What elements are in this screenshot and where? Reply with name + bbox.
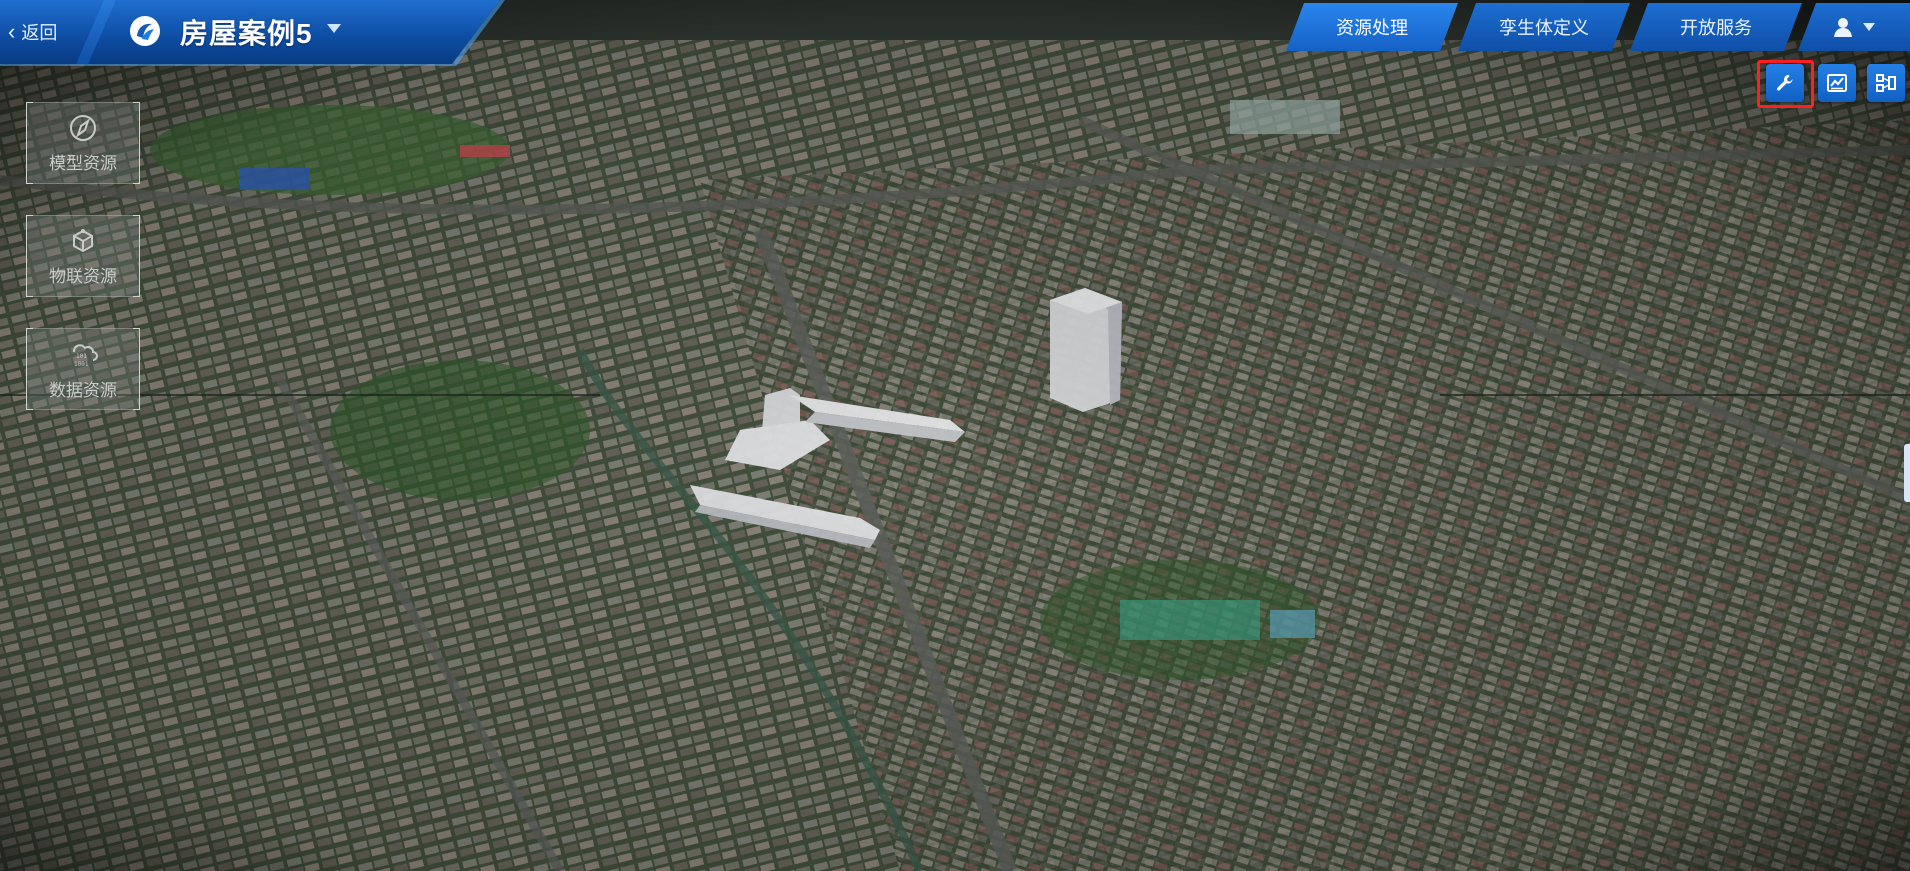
chevron-left-icon: ‹ — [8, 19, 16, 44]
right-panel-handle[interactable] — [1904, 444, 1910, 502]
project-dropdown-caret-icon[interactable] — [327, 24, 341, 33]
compass-icon — [70, 114, 96, 141]
iot-cube-icon — [73, 228, 93, 252]
chevron-down-icon — [1863, 23, 1875, 31]
tab-twin-definition[interactable]: 孪生体定义 — [1458, 3, 1630, 51]
tool-chart-button[interactable] — [1818, 64, 1856, 102]
cloud-data-icon: 101 1001 — [72, 343, 98, 368]
back-label: 返回 — [21, 23, 58, 43]
sidebar-item-label: 数据资源 — [49, 380, 117, 400]
hierarchy-icon — [1876, 74, 1896, 92]
tab-label: 资源处理 — [1336, 18, 1408, 38]
chart-panel-icon — [1827, 74, 1847, 92]
user-icon — [1834, 18, 1852, 37]
tool-hierarchy-button[interactable] — [1867, 64, 1905, 102]
top-navigation-bar: ‹ 返回 房屋案例5 资源处理 孪生体定义 开放服务 — [0, 0, 1910, 68]
app-logo-icon — [130, 16, 160, 46]
tab-label: 开放服务 — [1680, 18, 1752, 38]
satellite-map-view[interactable] — [0, 0, 1910, 871]
sidebar-item-label: 物联资源 — [49, 266, 117, 286]
project-title: 房屋案例5 — [180, 18, 313, 49]
sidebar-item-label: 模型资源 — [49, 153, 117, 173]
tab-resource-processing[interactable]: 资源处理 — [1286, 3, 1458, 51]
sidebar-item-model-resources[interactable]: 模型资源 — [26, 102, 140, 184]
svg-text:101: 101 — [76, 353, 87, 360]
tab-open-services[interactable]: 开放服务 — [1630, 3, 1802, 51]
tab-label: 孪生体定义 — [1499, 18, 1589, 38]
sidebar-item-iot-resources[interactable]: 物联资源 — [26, 215, 140, 297]
wrench-icon — [1777, 75, 1793, 91]
user-menu[interactable] — [1798, 3, 1910, 51]
back-button[interactable]: ‹ 返回 — [8, 18, 57, 46]
tool-settings-button[interactable] — [1766, 64, 1804, 102]
svg-text:1001: 1001 — [74, 361, 89, 368]
sidebar-item-data-resources[interactable]: 101 1001 数据资源 — [26, 328, 140, 410]
